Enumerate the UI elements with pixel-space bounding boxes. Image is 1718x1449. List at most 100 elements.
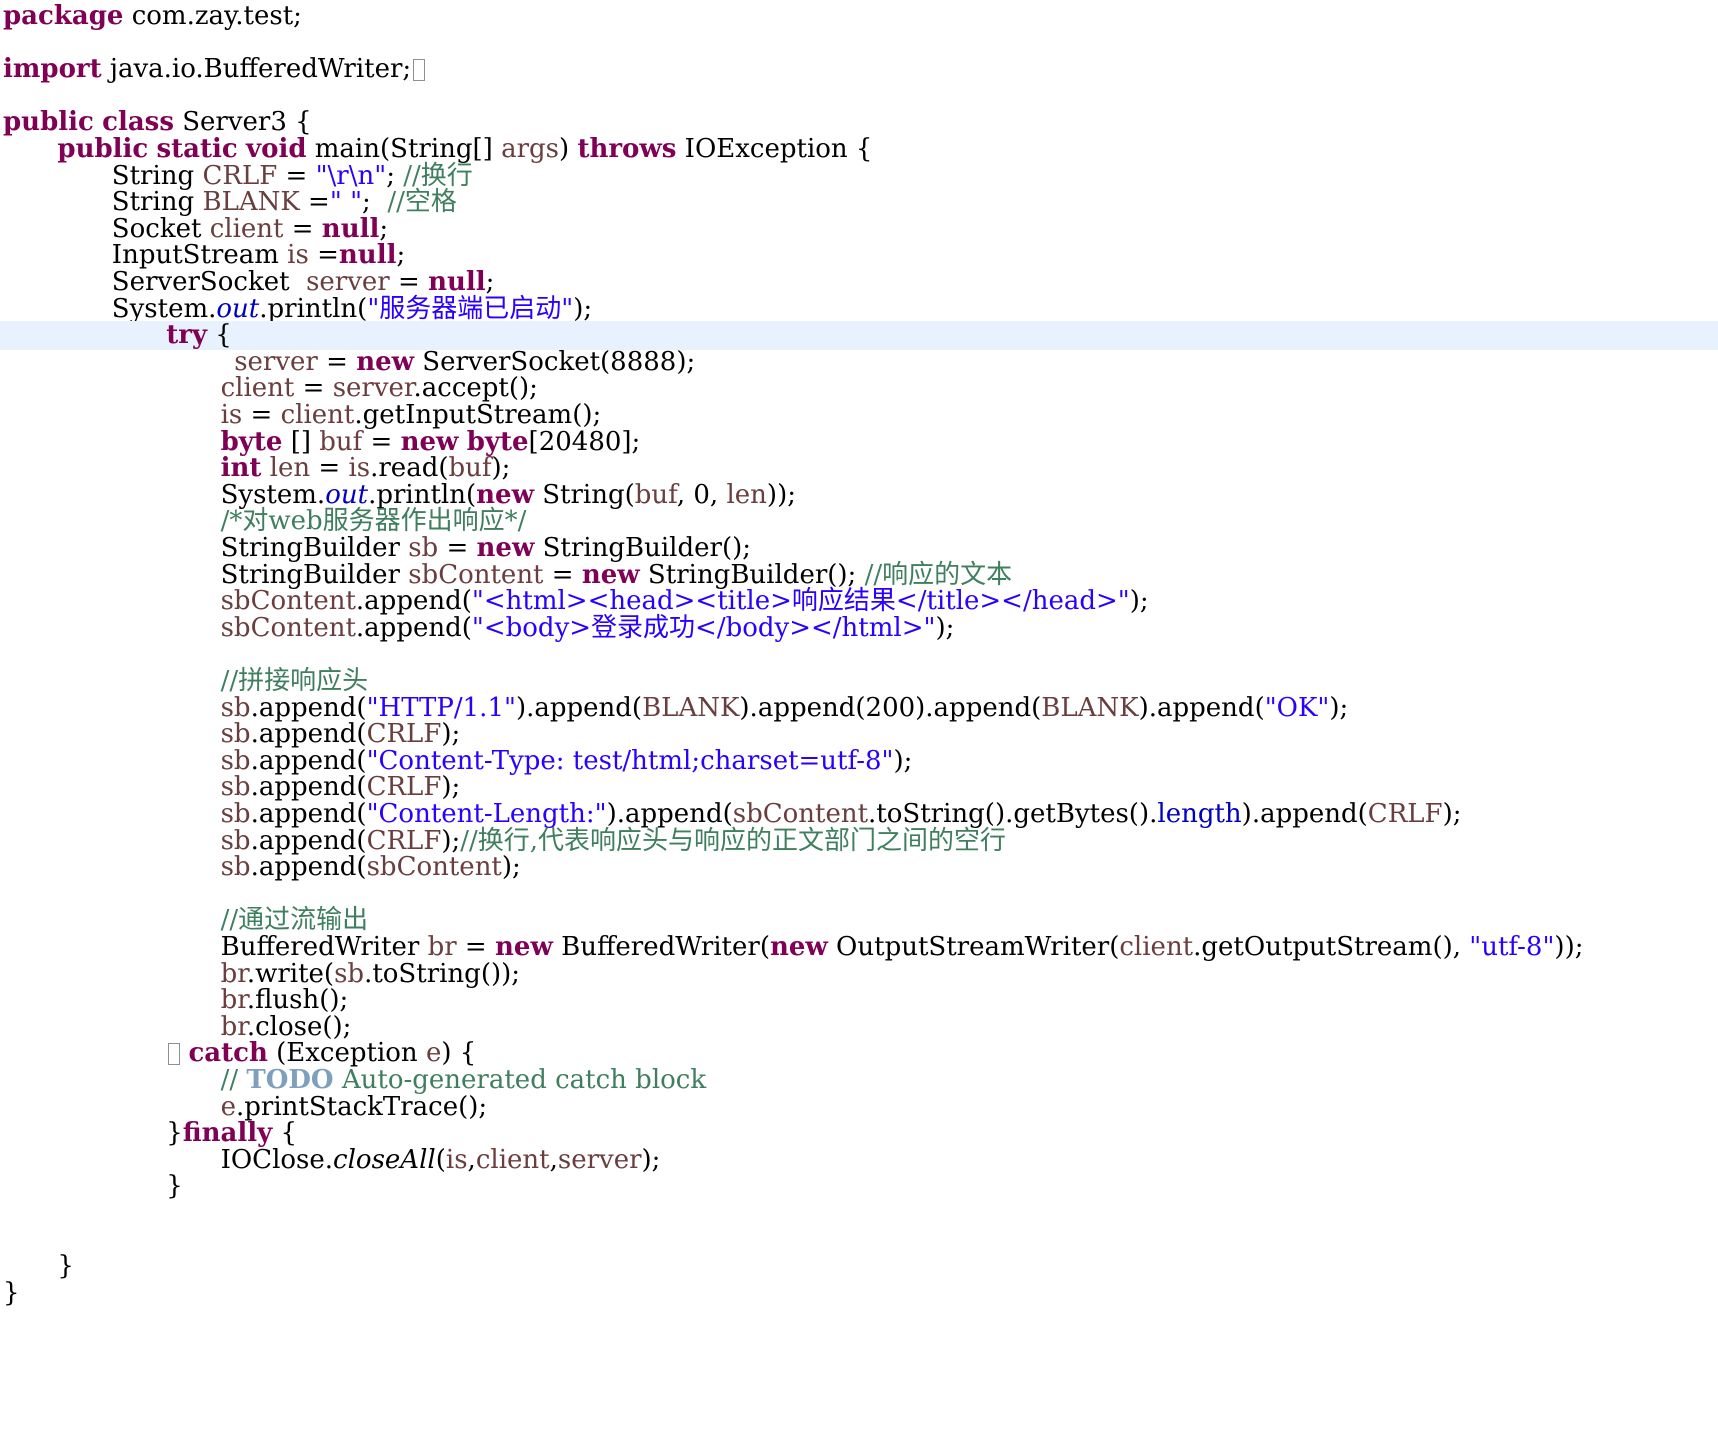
code-text: = (299, 187, 330, 218)
comment-text: //换行,代表响应头与响应的正文部门之间的空行 (460, 825, 1007, 856)
code-text: ; (386, 160, 404, 191)
code-text: ); (573, 293, 593, 324)
code-text: String (111, 187, 203, 218)
keyword-token: new (400, 426, 459, 457)
code-text: ); (935, 612, 955, 643)
variable-token: buf (448, 453, 492, 484)
code-text: ); (501, 852, 521, 883)
code-text: System. (111, 293, 217, 324)
code-line[interactable]: System.out.println("服务器端已启动"); (0, 293, 1718, 324)
folded-region-marker[interactable] (413, 59, 426, 82)
code-text: } (57, 1251, 74, 1282)
code-text: System. (220, 479, 326, 510)
keyword-token: new (356, 346, 415, 377)
code-text: = (310, 453, 349, 484)
static-field-token: out (325, 479, 369, 510)
code-line[interactable] (0, 1199, 1718, 1228)
variable-token: BLANK (202, 187, 300, 218)
code-text: ); (441, 825, 461, 856)
variable-token: sb (220, 719, 251, 750)
variable-token: CRLF (1367, 799, 1443, 829)
code-line[interactable]: IOClose.closeAll(is,client,server); (0, 1144, 1718, 1175)
variable-token: buf (634, 479, 677, 510)
keyword-token: null (428, 267, 486, 297)
string-literal: "<body>登录成功</body></html>" (471, 612, 936, 643)
string-literal: "\r\n" (315, 160, 387, 191)
variable-token: e (425, 1038, 442, 1069)
code-text: = (308, 240, 339, 271)
variable-token: client (1119, 932, 1194, 962)
variable-token: br (220, 985, 247, 1016)
code-line[interactable]: sb.append(sbContent); (0, 853, 1718, 882)
keyword-token: static (156, 134, 238, 164)
code-text: ).append(200).append( (739, 692, 1042, 723)
variable-token: sb (408, 533, 439, 563)
variable-token: br (220, 958, 247, 989)
code-text: ).append( (1138, 692, 1265, 723)
variable-token: BLANK (1041, 692, 1139, 723)
comment-text: //响应的文本 (864, 559, 1013, 590)
variable-token: is (445, 1144, 468, 1175)
code-text: String (111, 160, 203, 191)
static-field-token: out (216, 293, 260, 324)
code-text: IOException { (676, 134, 873, 164)
code-text: = (283, 213, 322, 244)
code-text: { (272, 1118, 298, 1149)
todo-tag: TODO (246, 1065, 334, 1095)
code-text: .toString()); (364, 958, 521, 989)
field-token: length (1157, 799, 1242, 829)
comment-text: //空格 (387, 187, 457, 218)
code-text: .append( (250, 719, 367, 750)
code-line[interactable]: } (0, 1172, 1718, 1201)
code-text: , 0, (676, 479, 727, 510)
code-line-content: } (166, 1172, 183, 1201)
variable-token: CRLF (366, 719, 442, 750)
code-text: .append( (250, 852, 367, 883)
code-text: ); (441, 719, 461, 750)
variable-token: BLANK (642, 692, 740, 723)
code-line[interactable]: } (0, 1278, 1718, 1308)
string-literal: "服务器端已启动" (367, 293, 574, 324)
code-text: .append( (250, 692, 367, 723)
code-text: ); (1442, 799, 1462, 829)
keyword-token: new (476, 533, 535, 563)
folded-region-marker[interactable] (168, 1043, 181, 1066)
keyword-token: public (57, 134, 149, 164)
code-text: .append( (250, 745, 367, 776)
keyword-token: byte (466, 426, 529, 457)
code-line[interactable]: } (0, 1252, 1718, 1281)
code-line[interactable]: sbContent.append("<body>登录成功</body></htm… (0, 612, 1718, 643)
code-text: .append( (250, 772, 367, 803)
keyword-token: class (102, 107, 174, 138)
code-text: ); (1329, 692, 1349, 723)
code-line[interactable]: package com.zay.test; (0, 2, 1718, 31)
code-text: } (166, 1171, 183, 1202)
variable-token: CRLF (366, 825, 442, 856)
code-text: Server3 { (173, 107, 312, 138)
code-text: Socket (111, 213, 210, 244)
code-line-content: sbContent.append("<body>登录成功</body></htm… (221, 612, 955, 643)
variable-token: e (220, 1091, 236, 1122)
string-literal: "utf-8" (1469, 932, 1555, 962)
variable-token: br (427, 932, 457, 962)
code-text: .write( (246, 958, 335, 989)
code-text: .toString().getBytes(). (868, 799, 1158, 829)
string-literal: "HTTP/1.1" (366, 692, 516, 723)
code-text: [] (282, 426, 320, 457)
comment-text: //通过流输出 (220, 905, 369, 936)
keyword-token: catch (188, 1038, 268, 1069)
code-text: BufferedWriter( (552, 932, 770, 962)
code-text: , (549, 1144, 558, 1175)
code-line[interactable]: import java.io.BufferedWriter; (0, 55, 1718, 84)
code-text: BufferedWriter (220, 932, 428, 962)
code-text: ServerSocket(8888); (414, 346, 696, 377)
variable-token: sbContent (220, 586, 356, 617)
code-editor[interactable]: package com.zay.test; import java.io.Buff… (0, 0, 1718, 1449)
code-text: .println( (368, 479, 477, 510)
code-line[interactable] (0, 1226, 1718, 1255)
variable-token: sbContent (732, 799, 869, 829)
variable-token: sb (220, 799, 251, 829)
variable-token: is (287, 240, 309, 271)
